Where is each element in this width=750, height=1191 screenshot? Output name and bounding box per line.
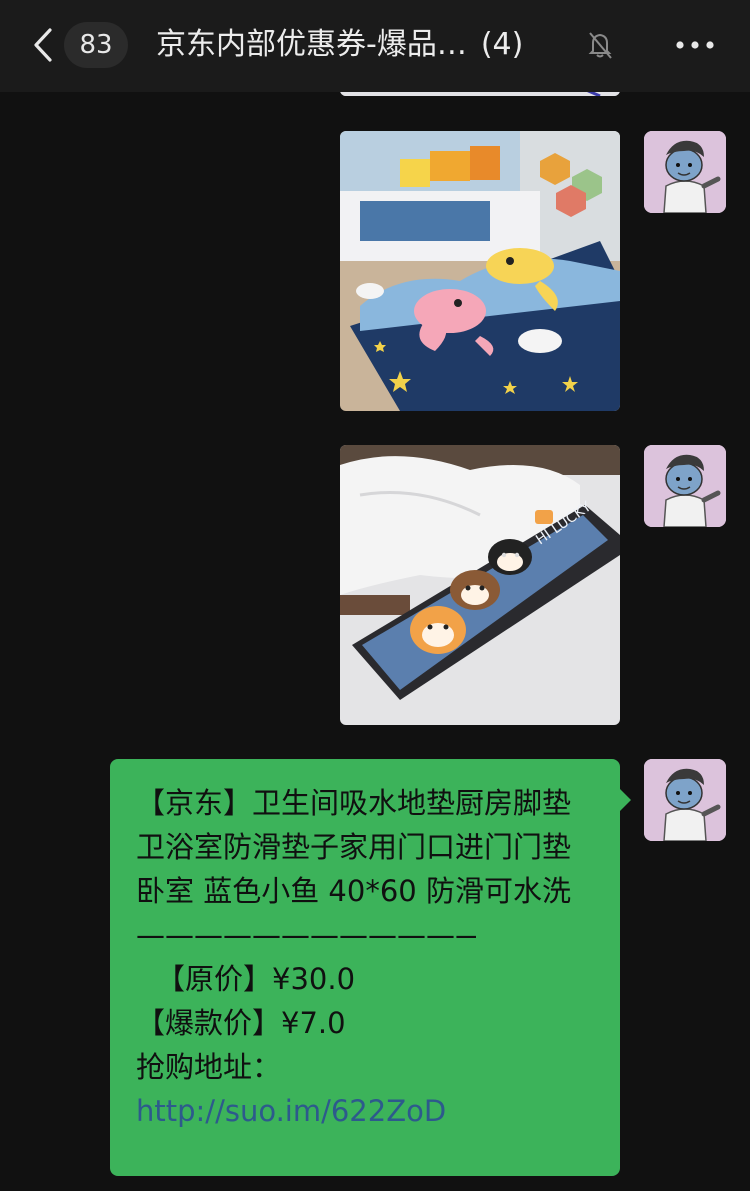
bell-muted-icon (586, 30, 614, 60)
avatar-cartoon-icon (644, 759, 726, 841)
text-message-bubble[interactable]: 【京东】卫生间吸水地垫厨房脚垫卫浴室防滑垫子家用门口进门门垫卧室 蓝色小鱼 40… (110, 759, 620, 1176)
chat-screen: 83 京东内部优惠券-爆品… (4) HI LUCKY 【京东】卫生间吸水地垫厨… (0, 0, 750, 1191)
image-message[interactable]: HI LUCKY (340, 445, 620, 725)
avatar[interactable] (644, 131, 726, 213)
message-body: 【京东】卫生间吸水地垫厨房脚垫卫浴室防滑垫子家用门口进门门垫卧室 蓝色小鱼 40… (136, 786, 572, 908)
avatar-cartoon-icon (644, 131, 726, 213)
product-link[interactable]: http://suo.im/622ZoD (136, 1089, 596, 1133)
chat-title-area[interactable]: 京东内部优惠券-爆品… (4) (156, 22, 596, 68)
unread-count-badge[interactable]: 83 (64, 22, 128, 68)
avatar-cartoon-icon (644, 445, 726, 527)
more-dots-icon (676, 41, 714, 49)
chat-header: 83 京东内部优惠券-爆品… (4) (0, 0, 750, 92)
chevron-left-icon (34, 28, 52, 62)
avatar[interactable] (644, 759, 726, 841)
bubble-tail (620, 789, 631, 811)
rug-dolphin-photo (340, 131, 620, 411)
back-button[interactable] (26, 20, 60, 70)
member-count: (4) (480, 27, 524, 62)
chat-title: 京东内部优惠券-爆品… (156, 27, 467, 62)
avatar[interactable] (644, 445, 726, 527)
more-options-button[interactable] (670, 30, 720, 60)
image-message[interactable] (340, 131, 620, 411)
rug-shiba-photo: HI LUCKY (340, 445, 620, 725)
sale-price: 【爆款价】¥7.0 (136, 1006, 346, 1040)
message-divider: —————————————— (136, 918, 476, 952)
buy-label: 抢购地址： (136, 1050, 282, 1084)
original-price: 【原价】¥30.0 (156, 962, 356, 996)
